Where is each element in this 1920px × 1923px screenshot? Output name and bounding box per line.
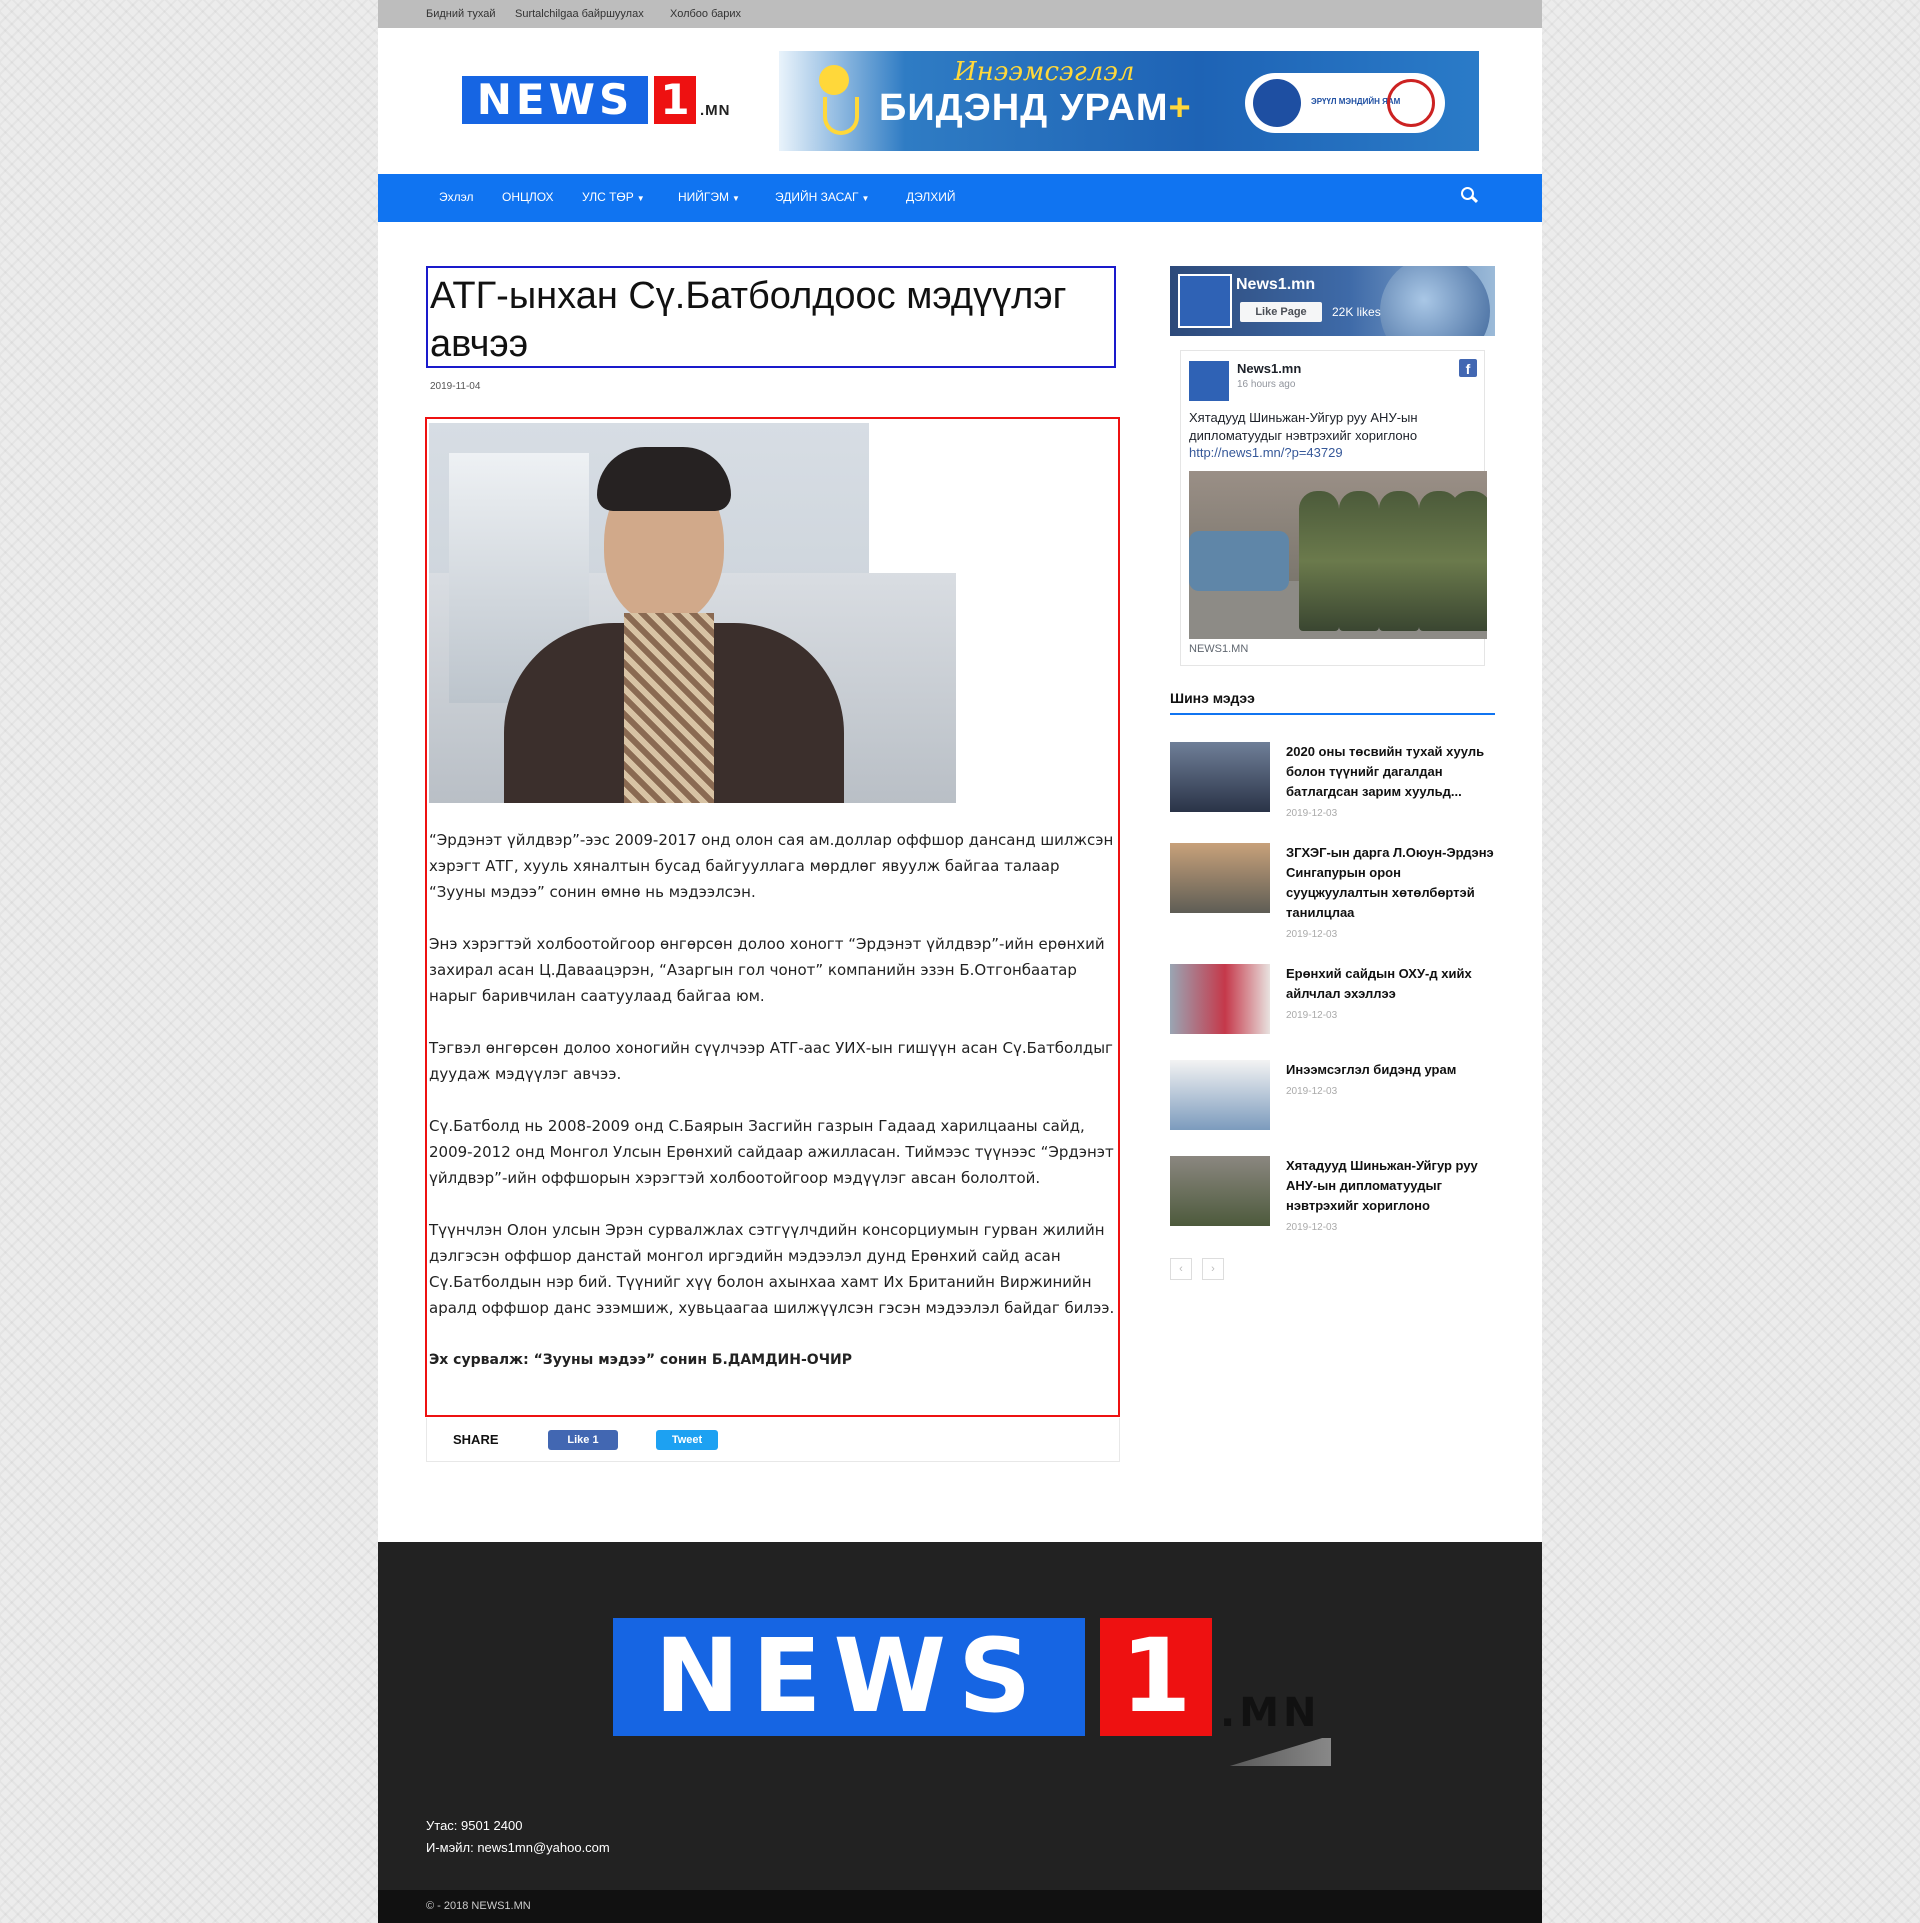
news-title[interactable]: Инээмсэглэл бидэнд урам [1286,1060,1495,1080]
news-thumbnail[interactable] [1170,1156,1270,1226]
news-date: 2019-12-03 [1286,1222,1338,1233]
facebook-icon[interactable]: f [1459,359,1477,377]
share-bar: SHARE Like 1 Tweet [426,1418,1120,1462]
copyright: © - 2018 NEWS1.MN [426,1900,531,1912]
post-text: Хятадууд Шиньжан-Уйгур руу АНУ-ын диплом… [1189,410,1418,443]
footer-logo-mn-text: .MN [1220,1690,1321,1736]
banner-title-text: БИДЭНД УРАМ [879,87,1169,129]
news-date: 2019-12-03 [1286,808,1338,819]
news-date: 2019-12-03 [1286,1010,1338,1021]
footer-phone: Утас: 9501 2400 [426,1818,523,1833]
nav-item-home-label: Эхлэл [439,190,474,204]
article-paragraph: Сү.Батболд нь 2008-2009 онд С.Баярын Зас… [429,1117,1114,1187]
article-source: Эх сурвалж: “Зууны мэдээ” сонин Б.ДАМДИН… [429,1352,852,1368]
sidebar-divider [1170,713,1495,715]
news-title[interactable]: ЗГХЭГ-ын дарга Л.Оюун-Эрдэнэ Сингапурын … [1286,843,1495,923]
sidebar-heading: Шинэ мэдээ [1170,690,1255,706]
post-image[interactable] [1189,471,1487,639]
banner-title: БИДЭНД УРАМ+ [879,87,1192,130]
government-emblem-icon [1253,79,1301,127]
site-logo[interactable]: NEWS 1 .MN [462,76,736,124]
nav-item-society-label: НИЙГЭМ [678,190,730,204]
news-date: 2019-12-03 [1286,929,1338,940]
stethoscope-icon [823,97,859,135]
news-title[interactable]: 2020 оны төсвийн тухай хууль болон түүни… [1286,742,1495,802]
footer-email: И-мэйл: news1mn@yahoo.com [426,1840,610,1855]
prev-page-button[interactable]: ‹ [1170,1258,1192,1280]
banner-subtitle: Инээмсэглэл [954,57,1135,87]
news-thumbnail[interactable] [1170,843,1270,913]
logo-news-text: NEWS [462,76,648,124]
page-avatar[interactable] [1178,274,1232,328]
news-title[interactable]: Ерөнхий сайдын ОХУ-д хийх айлчлал эхэллэ… [1286,964,1495,1004]
facebook-page-name[interactable]: News1.mn [1236,276,1315,294]
footer-logo-underline [1229,1738,1331,1766]
article-title-box: АТГ-ынхан Сү.Батболдоос мэдүүлэг авчээ [426,266,1116,368]
nav-item-politics-label: УЛС ТӨР [582,190,634,204]
share-label: SHARE [453,1432,499,1447]
nav-item-featured-label: ОНЦЛОХ [502,190,554,204]
news-title[interactable]: Хятадууд Шиньжан-Уйгур руу АНУ-ын диплом… [1286,1156,1495,1216]
avatar[interactable] [1189,361,1229,401]
logo-mn-text: .MN [700,102,731,119]
tweet-button[interactable]: Tweet [656,1430,718,1450]
facebook-like-button[interactable]: Like 1 [548,1430,618,1450]
article-paragraph: Энэ хэрэгтэй холбоотойгоор өнгөрсөн доло… [429,935,1105,1005]
facebook-cover: News1.mn Like Page 22K likes [1170,266,1495,336]
topbar-link-advertise[interactable]: Surtalchilgaa байршуулах [515,8,644,20]
footer-logo-news-text: NEWS [613,1618,1085,1736]
article-title: АТГ-ынхан Сү.Батболдоос мэдүүлэг авчээ [430,275,1067,365]
like-page-button[interactable]: Like Page [1240,302,1322,322]
sub-footer: © - 2018 NEWS1.MN [378,1890,1542,1923]
logo-one-text: 1 [654,76,696,124]
globe-image [1380,266,1490,336]
nav-item-economy-label: ЭДИЙН ЗАСАГ [775,190,859,204]
topbar-link-contact[interactable]: Холбоо барих [670,8,741,20]
post-author[interactable]: News1.mn [1237,361,1301,376]
footer-logo[interactable]: NEWS 1 .MN [613,1618,1333,1768]
nav-item-home[interactable]: Эхлэл [439,190,474,204]
nav-item-politics[interactable]: УЛС ТӨР ▼ [582,190,645,204]
likes-count: 22K likes [1332,305,1381,319]
news-thumbnail[interactable] [1170,964,1270,1034]
article-body: “Эрдэнэт үйлдвэр”-ээс 2009-2017 онд олон… [425,417,1120,1417]
post-source: NEWS1.MN [1189,643,1249,655]
nav-item-world-label: ДЭЛХИЙ [906,190,956,204]
article-date: 2019-11-04 [430,381,481,392]
news-thumbnail[interactable] [1170,742,1270,812]
nav-item-world[interactable]: ДЭЛХИЙ [906,190,955,204]
post-link[interactable]: http://news1.mn/?p=43729 [1189,445,1343,460]
post-time[interactable]: 16 hours ago [1237,379,1295,390]
article-paragraph: “Эрдэнэт үйлдвэр”-ээс 2009-2017 онд олон… [429,831,1114,901]
chevron-down-icon: ▼ [636,194,645,203]
facebook-page-widget: News1.mn Like Page 22K likes News1.mn 16… [1170,266,1495,666]
banner-ministry-badge: ЭРҮҮЛ МЭНДИЙН ЯАМ [1245,73,1445,133]
nav-item-featured[interactable]: ОНЦЛОХ [502,190,554,204]
article-paragraph: Тэгвэл өнгөрсөн долоо хоногийн сүүлчээр … [429,1039,1113,1083]
footer-logo-one-text: 1 [1100,1618,1212,1736]
chevron-down-icon: ▼ [861,194,870,203]
smile-icon [819,65,849,95]
nav-item-society[interactable]: НИЙГЭМ ▼ [678,190,740,204]
article-paragraph: Түүнчлэн Олон улсын Эрэн сурвалжлах сэтг… [429,1221,1115,1317]
topbar-link-about[interactable]: Бидний тухай [426,8,496,20]
footer: NEWS 1 .MN Утас: 9501 2400 И-мэйл: news1… [378,1542,1542,1890]
article-photo [429,423,956,803]
top-bar: Бидний тухай Surtalchilgaa байршуулах Хо… [378,0,1542,28]
chevron-down-icon: ▼ [732,194,740,203]
nav-item-economy[interactable]: ЭДИЙН ЗАСАГ ▼ [775,190,869,204]
news-date: 2019-12-03 [1286,1086,1338,1097]
next-page-button[interactable]: › [1202,1258,1224,1280]
banner-plus: + [1168,87,1192,129]
news-thumbnail[interactable] [1170,1060,1270,1130]
national-emblem-icon [1387,79,1435,127]
header-banner-ad[interactable]: Инээмсэглэл БИДЭНД УРАМ+ ЭРҮҮЛ МЭНДИЙН Я… [779,51,1479,151]
main-nav: Эхлэл ОНЦЛОХ УЛС ТӨР ▼ НИЙГЭМ ▼ ЭДИЙН ЗАСА… [378,174,1542,222]
facebook-post: News1.mn 16 hours ago f Хятадууд Шиньжан… [1180,350,1487,666]
search-icon[interactable] [1461,187,1479,204]
page-container: Бидний тухай Surtalchilgaa байршуулах Хо… [378,0,1542,1923]
